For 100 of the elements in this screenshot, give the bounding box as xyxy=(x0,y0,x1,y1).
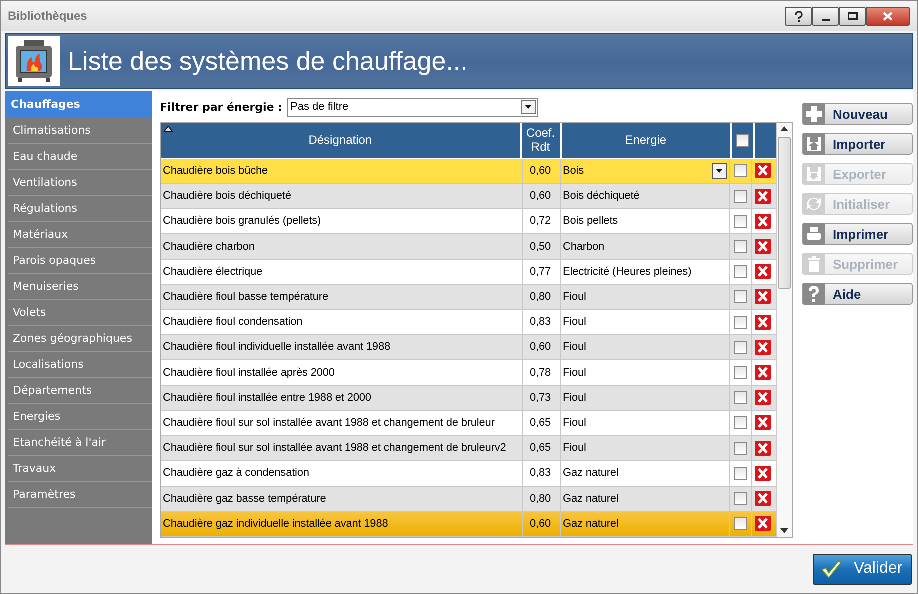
action-button[interactable]: Aide xyxy=(802,283,913,305)
validate-button[interactable]: Valider xyxy=(813,554,912,584)
delete-icon[interactable] xyxy=(754,188,770,204)
energy-filter-dropdown[interactable]: Pas de filtre xyxy=(286,98,538,116)
sidebar-item[interactable]: Ventilations xyxy=(8,170,152,196)
sidebar-item[interactable]: Départements xyxy=(8,378,152,404)
table-cell: 0,65 xyxy=(523,410,561,436)
table-cell: Chaudière bois bûche xyxy=(161,158,523,184)
table-cell: Chaudière bois granulés (pellets) xyxy=(161,209,523,234)
sort-ascending-icon xyxy=(164,126,173,132)
row-checkbox[interactable] xyxy=(734,517,747,530)
delete-icon[interactable] xyxy=(754,440,770,456)
row-checkbox[interactable] xyxy=(734,290,747,304)
sidebar-item[interactable]: Localisations xyxy=(8,352,152,378)
action-button[interactable]: Nouveau xyxy=(802,103,913,125)
sidebar-item[interactable]: Zones géographiques xyxy=(8,326,152,352)
help-icon xyxy=(794,10,802,22)
table-cell: Fioul xyxy=(563,392,586,404)
table-cell: 0,80 xyxy=(523,486,561,511)
delete-icon[interactable] xyxy=(754,415,770,430)
scrollbar[interactable] xyxy=(776,123,792,537)
sidebar-item[interactable]: Travaux xyxy=(8,456,152,482)
sidebar-item[interactable]: Volets xyxy=(8,300,152,326)
row-checkbox[interactable] xyxy=(734,240,747,254)
minimize-button[interactable] xyxy=(812,6,839,26)
row-checkbox[interactable] xyxy=(734,442,747,455)
table-cell: Chaudière gaz individuelle installée avant 1988 xyxy=(161,512,523,536)
sidebar-item[interactable]: Eau chaude xyxy=(8,144,152,170)
table-cell: Fioul xyxy=(563,316,586,328)
table-cell: Chaudière fioul installée après 2000 xyxy=(161,360,523,385)
table-cell: Bois déchiqueté xyxy=(563,190,640,202)
table-cell: Fioul xyxy=(563,442,586,454)
table-cell: Chaudière fioul condensation xyxy=(161,310,523,334)
row-checkbox[interactable] xyxy=(734,265,747,278)
delete-icon[interactable] xyxy=(754,314,770,330)
checkmark-icon xyxy=(820,559,842,579)
table-cell: 0,65 xyxy=(523,436,561,460)
delete-icon[interactable] xyxy=(754,516,770,532)
table-cell: 0,60 xyxy=(523,158,561,184)
table-cell: Fioul xyxy=(563,366,586,379)
select-all-checkbox[interactable] xyxy=(736,134,750,147)
delete-icon[interactable] xyxy=(754,340,770,355)
row-checkbox[interactable] xyxy=(734,492,747,506)
scroll-thumb[interactable] xyxy=(778,137,791,289)
table-cell: Chaudière gaz à condensation xyxy=(161,461,523,486)
row-checkbox[interactable] xyxy=(734,164,747,178)
delete-icon[interactable] xyxy=(754,466,770,481)
action-button[interactable]: Imprimer xyxy=(802,223,913,245)
sidebar-item[interactable]: Etanchéité à l'air xyxy=(8,430,152,456)
row-checkbox[interactable] xyxy=(734,366,747,380)
delete-icon[interactable] xyxy=(754,365,770,380)
table-cell: Charbon xyxy=(563,240,604,253)
row-checkbox[interactable] xyxy=(734,416,747,430)
table-cell: Fioul xyxy=(563,416,586,429)
table-cell: 0,78 xyxy=(523,360,561,385)
table-cell: 0,60 xyxy=(523,512,561,536)
minimize-icon xyxy=(822,18,830,20)
delete-icon[interactable] xyxy=(754,214,770,229)
sidebar-item[interactable]: Paramètres xyxy=(8,482,152,508)
delete-icon[interactable] xyxy=(754,390,770,406)
scroll-down-icon xyxy=(780,528,789,534)
table-cell: Electricité (Heures pleines) xyxy=(563,266,692,278)
sidebar-item[interactable]: Climatisations xyxy=(8,118,152,144)
table-cell: 0,72 xyxy=(523,209,561,234)
maximize-button[interactable] xyxy=(839,6,866,26)
action-button[interactable]: Importer xyxy=(802,133,913,155)
delete-icon[interactable] xyxy=(754,491,770,506)
trash-icon xyxy=(803,253,825,275)
row-checkbox[interactable] xyxy=(734,190,747,203)
table-cell: Fioul xyxy=(563,290,586,303)
table-cell: Chaudière fioul sur sol installée avant 1988 et changement de bruleur xyxy=(161,410,523,436)
close-icon xyxy=(883,12,893,20)
table-cell: Chaudière gaz basse température xyxy=(161,486,523,511)
row-checkbox[interactable] xyxy=(734,466,747,480)
row-checkbox[interactable] xyxy=(734,391,747,404)
table-cell: Chaudière fioul basse température xyxy=(161,284,523,310)
delete-icon[interactable] xyxy=(754,163,770,178)
table-cell: Chaudière bois déchiqueté xyxy=(161,184,523,208)
header-title: Liste des systèmes de chauffage... xyxy=(68,46,468,76)
sidebar-item[interactable]: Menuiseries xyxy=(8,274,152,300)
close-button[interactable] xyxy=(866,6,910,26)
table-cell: Fioul xyxy=(563,341,586,354)
table-cell: Chaudière électrique xyxy=(161,260,523,284)
window-title: Bibliothèques xyxy=(8,9,88,23)
table-cell: Chaudière fioul individuelle installée avant 1988 xyxy=(161,335,523,360)
maximize-icon xyxy=(848,12,858,20)
sidebar-item[interactable]: Chauffages xyxy=(5,92,152,118)
sidebar-item[interactable]: Régulations xyxy=(8,196,152,222)
delete-icon[interactable] xyxy=(754,239,770,254)
sidebar-item[interactable]: Parois opaques xyxy=(8,248,152,274)
delete-icon[interactable] xyxy=(754,264,770,280)
row-checkbox[interactable] xyxy=(734,316,747,329)
row-checkbox[interactable] xyxy=(734,340,747,354)
help-button[interactable] xyxy=(785,6,812,26)
table-cell: Bois pellets xyxy=(563,215,618,228)
sidebar-item[interactable]: Matériaux xyxy=(8,222,152,248)
row-checkbox[interactable] xyxy=(734,214,747,228)
delete-icon[interactable] xyxy=(754,289,770,304)
table-cell: 0,60 xyxy=(523,184,561,208)
sidebar-item[interactable]: Energies xyxy=(8,404,152,430)
